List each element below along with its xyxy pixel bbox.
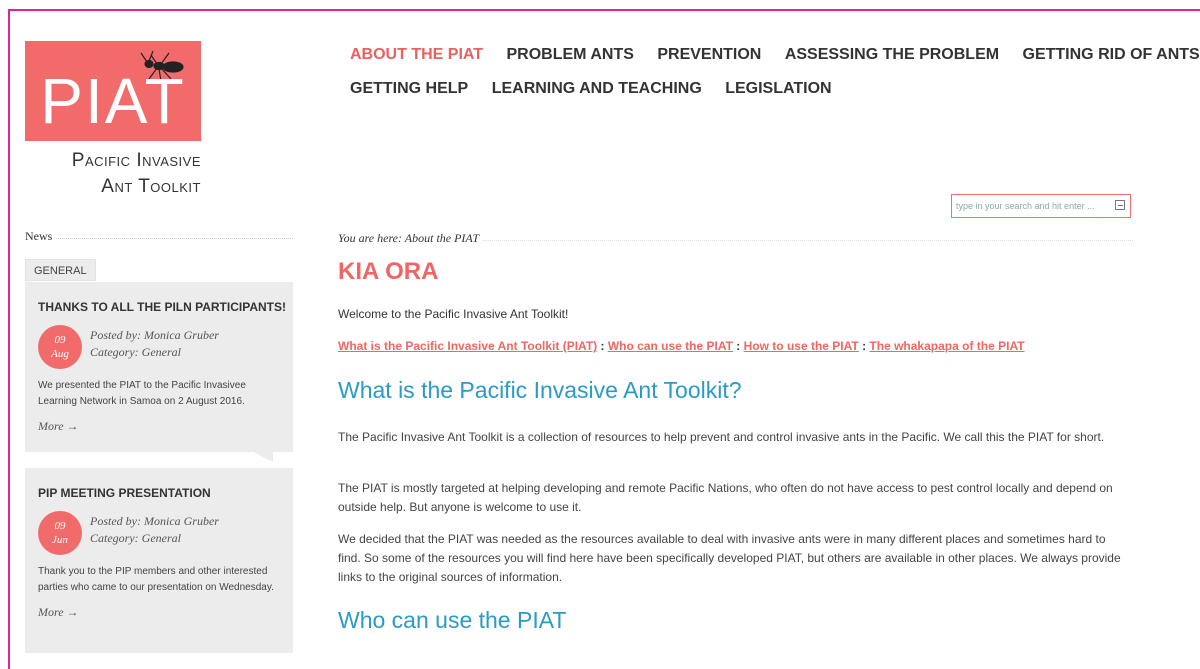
news-heading-label: News <box>25 229 53 243</box>
search-box <box>951 194 1131 218</box>
logo-subtitle-line1: Pacific Invasive <box>71 150 201 171</box>
breadcrumb-text: You are here: About the PIAT <box>338 231 479 245</box>
news-card-body: We presented the PIAT to the Pacific Inv… <box>38 380 246 407</box>
news-card-meta: 09 Aug Posted by: Monica Gruber Category… <box>38 325 280 373</box>
tab-general[interactable]: GENERAL <box>25 259 96 281</box>
news-heading: News <box>25 229 293 244</box>
welcome-text: Welcome to the Pacific Invasive Ant Tool… <box>338 307 569 321</box>
nav-item-problem-ants[interactable]: PROBLEM ANTS <box>506 38 633 72</box>
nav-row-1: ABOUT THE PIAT PROBLEM ANTS PREVENTION A… <box>350 38 1200 72</box>
logo-subtitle-line2: Ant Toolkit <box>101 176 201 197</box>
link-how-to-use[interactable]: How to use the PIAT <box>744 339 859 353</box>
search-input[interactable] <box>956 198 1106 214</box>
news-heading-rule <box>56 237 293 239</box>
nav-item-learning[interactable]: LEARNING AND TEACHING <box>492 72 702 106</box>
link-whakapapa[interactable]: The whakapapa of the PIAT <box>869 339 1024 353</box>
nav-item-getting-rid[interactable]: GETTING RID OF ANTS <box>1023 38 1200 72</box>
nav-item-prevention[interactable]: PREVENTION <box>657 38 761 72</box>
breadcrumb-rule <box>483 239 1133 241</box>
paragraph: The Pacific Invasive Ant Toolkit is a co… <box>338 430 1105 444</box>
news-card-meta: 09 Jun Posted by: Monica Gruber Category… <box>38 511 280 559</box>
news-card-meta-text: Posted by: Monica Gruber Category: Gener… <box>90 327 219 361</box>
news-card: PIP MEETING PRESENTATION 09 Jun Posted b… <box>25 468 293 653</box>
link-what-is-piat[interactable]: What is the Pacific Invasive Ant Toolkit… <box>338 339 597 353</box>
news-card: THANKS TO ALL THE PILN PARTICIPANTS! 09 … <box>25 282 293 462</box>
news-card-body: Thank you to the PIP members and other i… <box>38 566 274 593</box>
site-logo[interactable]: PIAT <box>25 41 201 141</box>
news-card-title[interactable]: PIP MEETING PRESENTATION <box>38 486 280 500</box>
news-card-meta-text: Posted by: Monica Gruber Category: Gener… <box>90 513 219 547</box>
more-link[interactable]: More → <box>38 605 280 620</box>
quick-links: What is the Pacific Invasive Ant Toolkit… <box>338 339 1025 353</box>
paragraph: The PIAT is mostly targeted at helping d… <box>338 481 1113 514</box>
date-month: Jun <box>52 534 68 546</box>
more-link[interactable]: More → <box>38 419 280 434</box>
post-category: Category: General <box>90 345 181 359</box>
date-badge: 09 Aug <box>38 325 82 369</box>
logo-text: PIAT <box>40 65 186 137</box>
search-icon[interactable] <box>1115 200 1125 210</box>
date-day: 09 <box>54 520 66 532</box>
logo-subtitle: Pacific Invasive Ant Toolkit <box>25 148 201 200</box>
link-separator: : <box>732 339 744 353</box>
section-heading-what-is: What is the Pacific Invasive Ant Toolkit… <box>338 377 742 403</box>
breadcrumb: You are here: About the PIAT <box>338 231 1133 246</box>
date-day: 09 <box>54 334 66 346</box>
news-card-title[interactable]: THANKS TO ALL THE PILN PARTICIPANTS! <box>38 300 286 314</box>
date-month: Aug <box>51 348 69 360</box>
section-heading-who-can-use: Who can use the PIAT <box>338 607 567 633</box>
date-badge: 09 Jun <box>38 511 82 555</box>
card-notch <box>253 452 273 462</box>
nav-item-assessing[interactable]: ASSESSING THE PROBLEM <box>785 38 999 72</box>
posted-by: Posted by: Monica Gruber <box>90 328 219 342</box>
link-separator: : <box>858 339 870 353</box>
nav-item-getting-help[interactable]: GETTING HELP <box>350 72 468 106</box>
link-separator: : <box>597 339 608 353</box>
nav-row-2: GETTING HELP LEARNING AND TEACHING LEGIS… <box>350 72 1200 106</box>
main-navigation: ABOUT THE PIAT PROBLEM ANTS PREVENTION A… <box>350 38 1200 106</box>
post-category: Category: General <box>90 531 181 545</box>
page-title: KIA ORA <box>338 258 439 285</box>
paragraph: We decided that the PIAT was needed as t… <box>338 532 1121 584</box>
posted-by: Posted by: Monica Gruber <box>90 514 219 528</box>
nav-item-legislation[interactable]: LEGISLATION <box>725 72 831 106</box>
nav-item-about[interactable]: ABOUT THE PIAT <box>350 38 483 72</box>
link-who-can-use[interactable]: Who can use the PIAT <box>608 339 733 353</box>
